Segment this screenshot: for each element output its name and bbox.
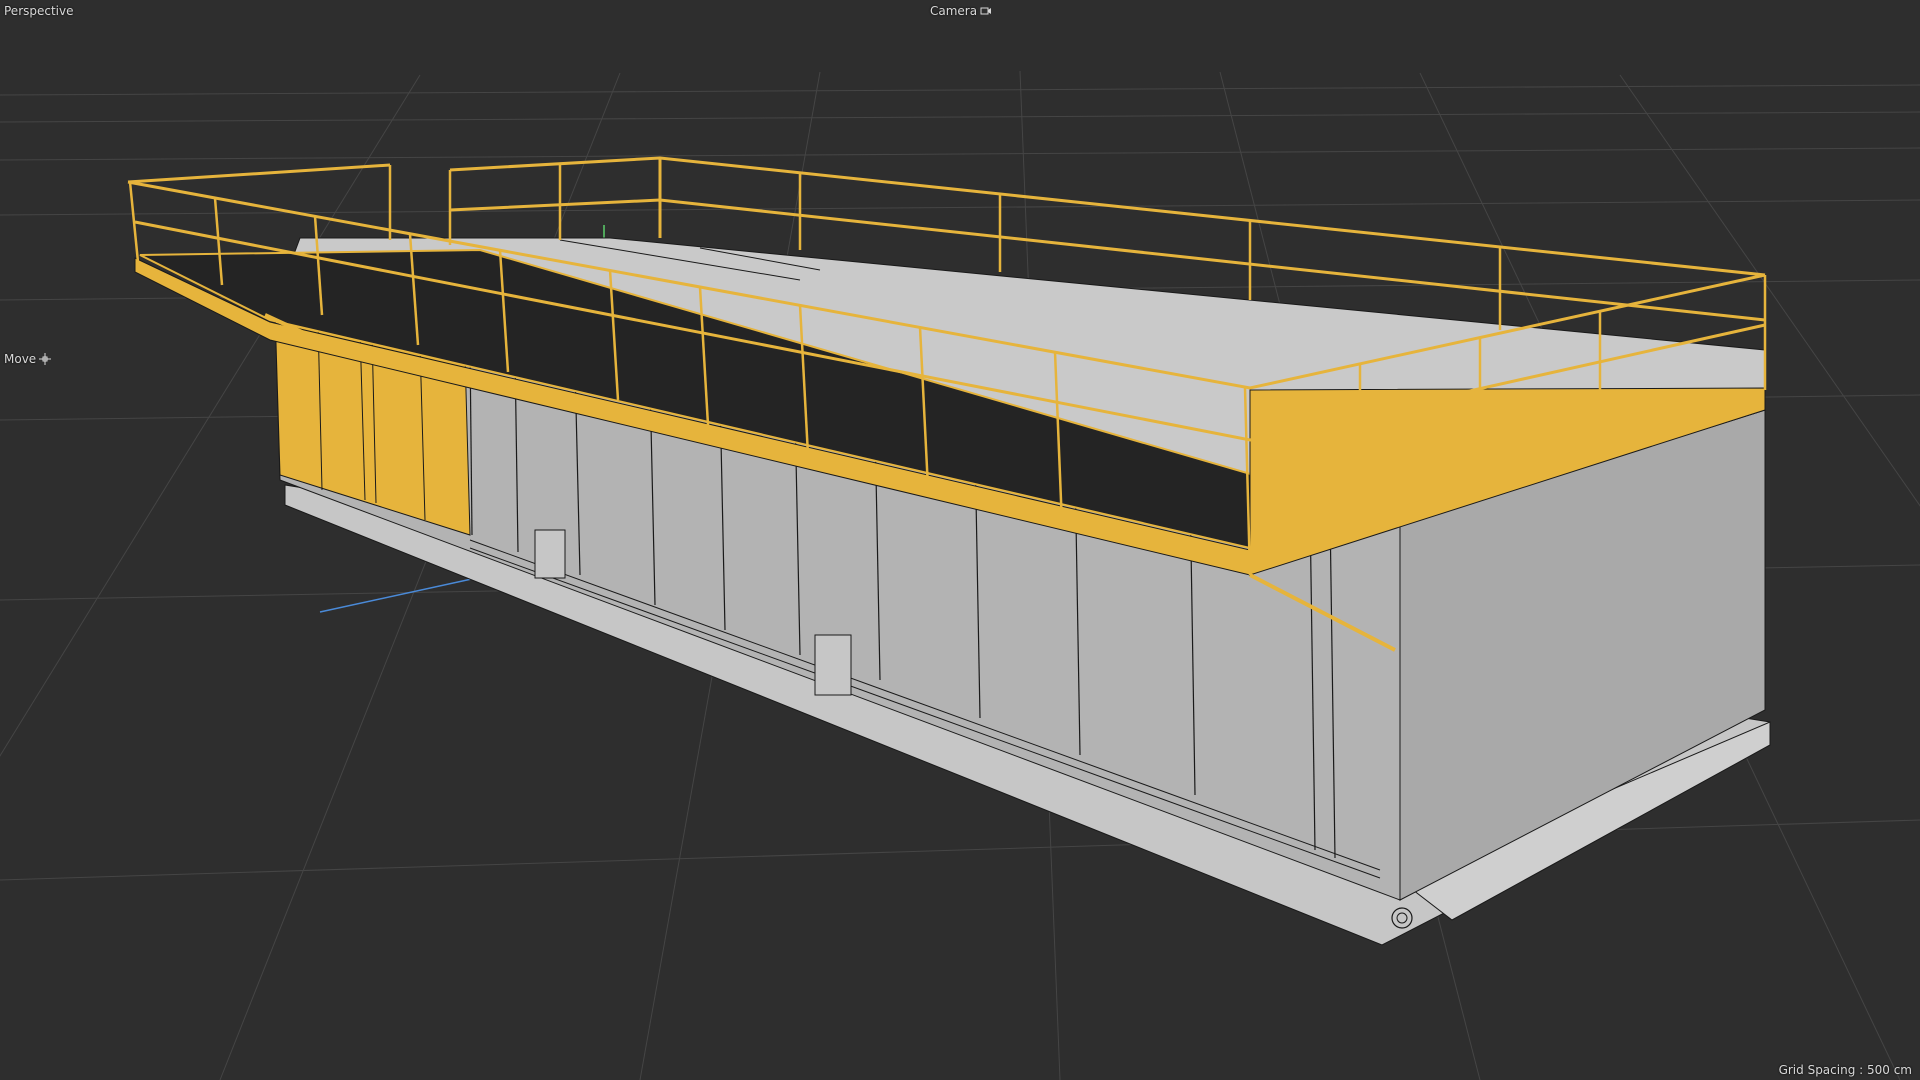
camera-menu[interactable]: Camera bbox=[930, 4, 992, 18]
camera-label-text: Camera bbox=[930, 4, 978, 18]
view-name-label[interactable]: Perspective bbox=[4, 4, 74, 18]
valve-box-1[interactable] bbox=[534, 529, 566, 579]
scene-canvas[interactable] bbox=[0, 0, 1920, 1080]
valve-box-2[interactable] bbox=[814, 634, 852, 696]
camera-icon[interactable] bbox=[980, 6, 992, 16]
active-tool-indicator: Move bbox=[4, 352, 52, 366]
pipe-fitting[interactable] bbox=[1391, 907, 1413, 929]
tool-label-text: Move bbox=[4, 352, 37, 366]
3d-viewport[interactable]: Perspective Camera Move Grid Spacing : 5… bbox=[0, 0, 1920, 1080]
move-icon bbox=[39, 353, 52, 365]
grid-spacing-readout: Grid Spacing : 500 cm bbox=[1778, 1063, 1912, 1077]
